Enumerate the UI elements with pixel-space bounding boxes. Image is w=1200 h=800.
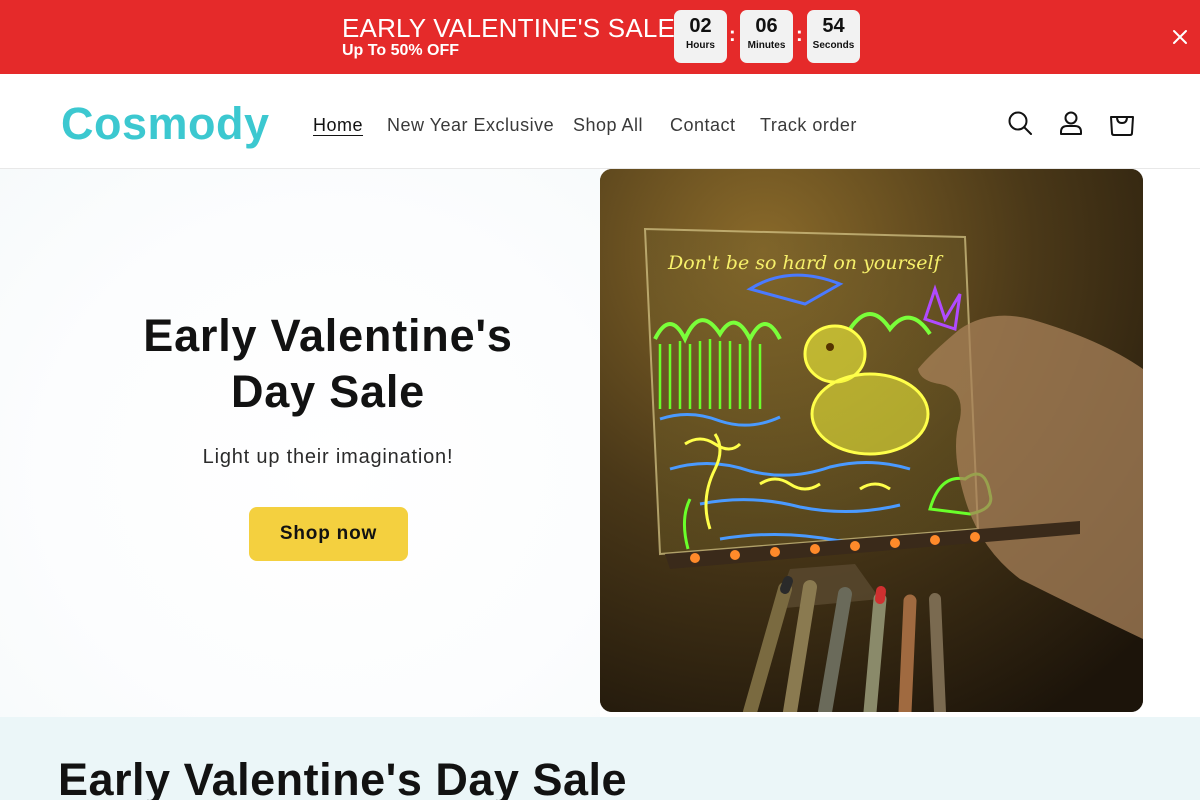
shop-now-button[interactable]: Shop now	[249, 507, 408, 561]
search-icon[interactable]	[1006, 109, 1034, 137]
site-header: Cosmody Home New Year Exclusive Shop All…	[0, 74, 1200, 169]
timer-seconds-value: 54	[822, 15, 845, 37]
hero-image: Don't be so hard on yourself	[600, 169, 1143, 712]
section-title: Early Valentine's Day Sale	[58, 754, 628, 800]
hero-panel	[0, 169, 600, 717]
announcement-bar: EARLY VALENTINE'S SALE Up To 50% OFF 02 …	[0, 0, 1200, 74]
announcement-title: EARLY VALENTINE'S SALE	[342, 13, 676, 43]
timer-separator: :	[729, 24, 736, 46]
nav-track-order[interactable]: Track order	[760, 114, 857, 136]
account-icon[interactable]	[1057, 109, 1085, 137]
timer-hours-label: Hours	[686, 40, 715, 51]
nav-new-year-exclusive[interactable]: New Year Exclusive	[387, 114, 554, 136]
timer-seconds: 54 Seconds	[807, 10, 860, 63]
nav-home[interactable]: Home	[313, 114, 363, 136]
timer-minutes-value: 06	[755, 15, 778, 37]
timer-minutes-label: Minutes	[747, 40, 786, 51]
board-writing: Don't be so hard on yourself	[667, 252, 944, 274]
timer-seconds-label: Seconds	[812, 40, 855, 51]
announcement-subtitle: Up To 50% OFF	[342, 42, 460, 59]
timer-hours: 02 Hours	[674, 10, 727, 63]
close-icon[interactable]	[1168, 25, 1192, 49]
hero-subtitle: Light up their imagination!	[202, 446, 454, 468]
nav-contact[interactable]: Contact	[670, 114, 736, 136]
timer-separator: :	[796, 24, 803, 46]
cart-icon[interactable]	[1108, 109, 1136, 137]
hero-title: Early Valentine's Day Sale	[143, 310, 513, 417]
timer-hours-value: 02	[689, 15, 712, 37]
logo[interactable]: Cosmody	[61, 98, 270, 150]
nav-shop-all[interactable]: Shop All	[573, 114, 643, 136]
timer-minutes: 06 Minutes	[740, 10, 793, 63]
